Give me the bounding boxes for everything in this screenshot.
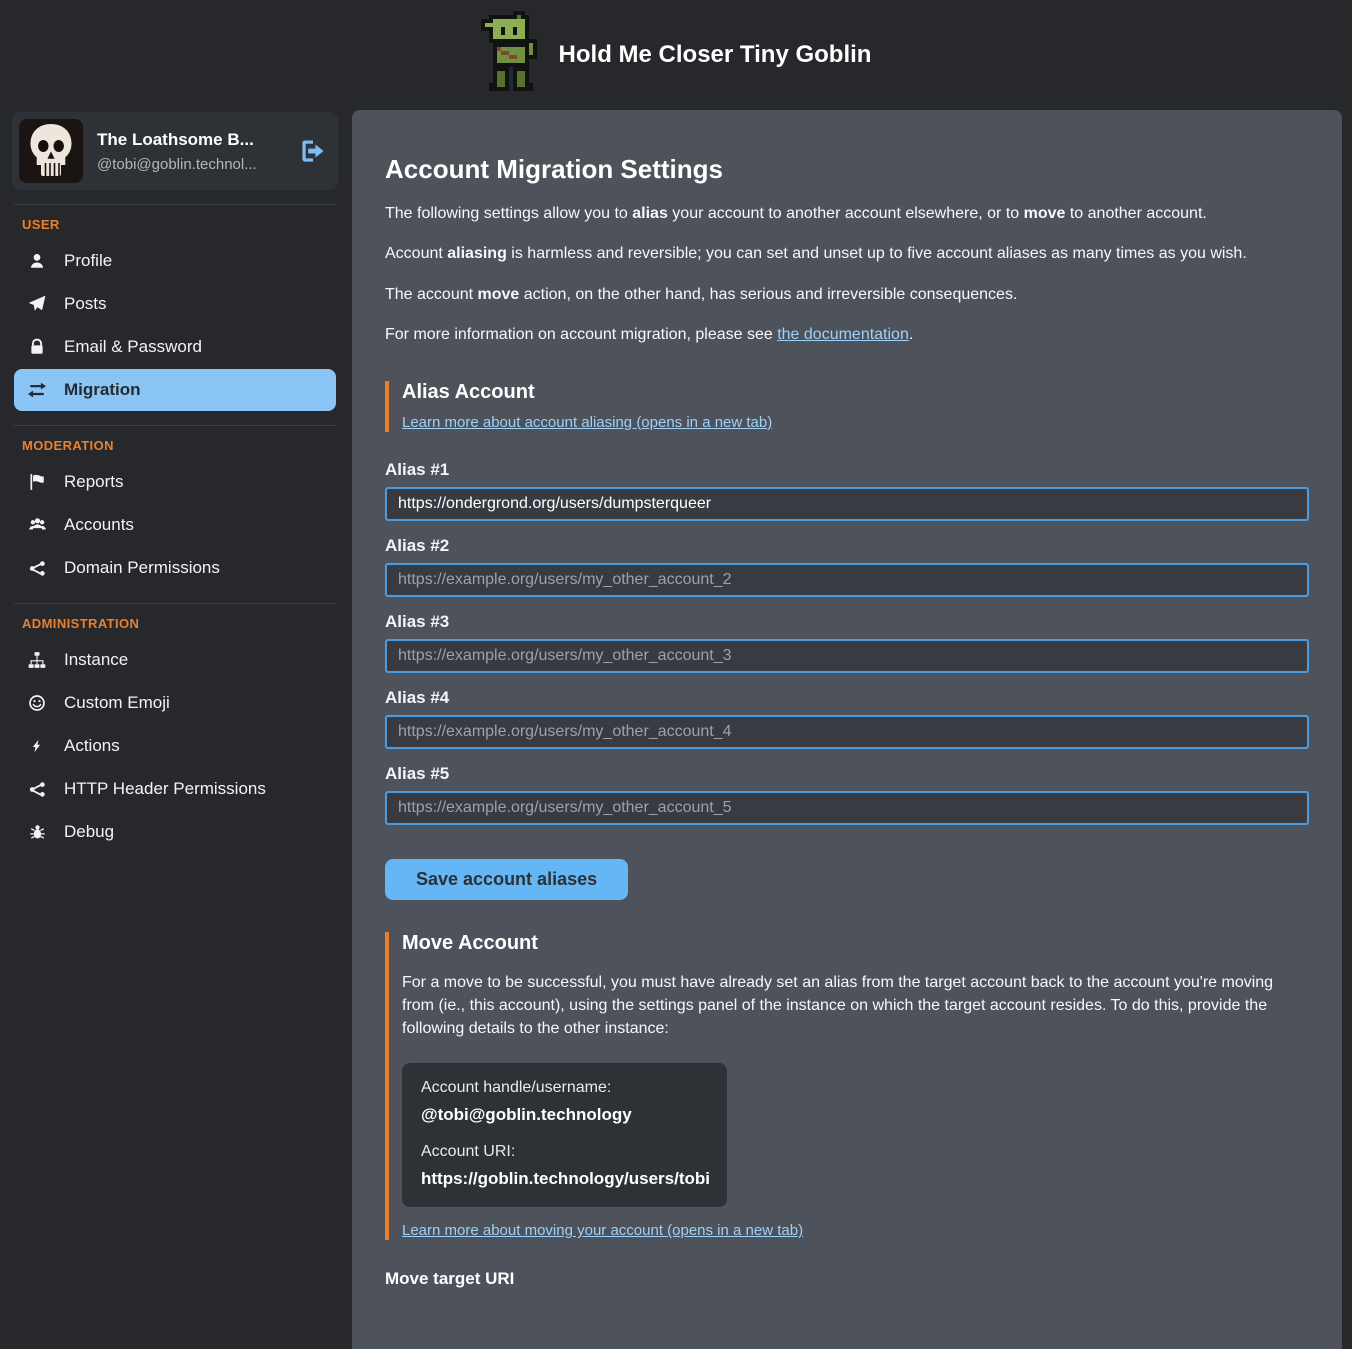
sidebar-item-reports[interactable]: Reports: [14, 461, 336, 503]
user-card[interactable]: The Loathsome B... @tobi@goblin.technol.…: [12, 112, 338, 190]
sidebar-item-actions[interactable]: Actions: [14, 725, 336, 767]
sidebar-section-moderation: MODERATION: [22, 438, 328, 453]
sidebar-item-label: Domain Permissions: [64, 558, 220, 578]
sidebar-item-label: Posts: [64, 294, 107, 314]
alias-2-input[interactable]: [385, 563, 1309, 597]
sidebar-item-custom-emoji[interactable]: Custom Emoji: [14, 682, 336, 724]
instance-title: Hold Me Closer Tiny Goblin: [559, 41, 872, 69]
user-icon: [27, 252, 47, 270]
alias-fields: Alias #1 Alias #2 Alias #3 Alias #4 Alia…: [385, 460, 1309, 825]
move-section-description: For a move to be successful, you must ha…: [402, 971, 1307, 1041]
move-target-uri-label: Move target URI: [385, 1269, 1309, 1289]
sidebar-divider: [14, 603, 336, 604]
alias-field-1: Alias #1: [385, 460, 1309, 521]
sidebar-item-label: Debug: [64, 822, 114, 842]
alias-field-4: Alias #4: [385, 688, 1309, 749]
sidebar-item-migration[interactable]: Migration: [14, 369, 336, 411]
alias-5-label: Alias #5: [385, 764, 1309, 784]
sign-out-icon[interactable]: [300, 138, 326, 164]
share-nodes-icon: [27, 780, 47, 798]
account-uri-value: https://goblin.technology/users/tobi: [421, 1169, 708, 1189]
smiley-icon: [27, 694, 47, 712]
account-handle-value: @tobi@goblin.technology: [421, 1105, 708, 1125]
alias-field-5: Alias #5: [385, 764, 1309, 825]
account-uri-label: Account URI:: [421, 1143, 708, 1161]
share-nodes-icon: [27, 559, 47, 577]
alias-2-label: Alias #2: [385, 536, 1309, 556]
alias-1-input[interactable]: [385, 487, 1309, 521]
intro-paragraph-1: The following settings allow you to alia…: [385, 203, 1309, 225]
bolt-icon: [27, 737, 47, 755]
alias-3-input[interactable]: [385, 639, 1309, 673]
intro-paragraph-2: Account aliasing is harmless and reversi…: [385, 243, 1309, 265]
goblin-pixel-logo: [481, 11, 537, 100]
sitemap-icon: [27, 651, 47, 669]
intro-paragraph-4: For more information on account migratio…: [385, 324, 1309, 346]
sidebar-item-label: Reports: [64, 472, 124, 492]
alias-4-label: Alias #4: [385, 688, 1309, 708]
alias-5-input[interactable]: [385, 791, 1309, 825]
flag-icon: [27, 473, 47, 491]
paper-plane-icon: [27, 295, 47, 313]
alias-field-3: Alias #3: [385, 612, 1309, 673]
move-section-heading: Move Account: [402, 932, 1309, 955]
exchange-icon: [27, 381, 47, 399]
lock-icon: [27, 338, 47, 356]
sidebar-item-accounts[interactable]: Accounts: [14, 504, 336, 546]
alias-3-label: Alias #3: [385, 612, 1309, 632]
user-display-name: The Loathsome B...: [97, 130, 254, 149]
sidebar-item-label: HTTP Header Permissions: [64, 779, 266, 799]
sidebar-item-posts[interactable]: Posts: [14, 283, 336, 325]
sidebar-item-label: Profile: [64, 251, 112, 271]
move-account-section: Move Account For a move to be successful…: [385, 932, 1309, 1241]
sidebar-item-http-header-permissions[interactable]: HTTP Header Permissions: [14, 768, 336, 810]
alias-account-section: Alias Account Learn more about account a…: [385, 381, 1309, 432]
settings-panel: Account Migration Settings The following…: [352, 110, 1342, 1349]
sidebar-item-label: Email & Password: [64, 337, 202, 357]
sidebar-divider: [14, 425, 336, 426]
account-details-box: Account handle/username: @tobi@goblin.te…: [402, 1063, 727, 1207]
sidebar-item-label: Custom Emoji: [64, 693, 170, 713]
page-title: Account Migration Settings: [385, 154, 1309, 185]
save-account-aliases-button[interactable]: Save account aliases: [385, 859, 628, 900]
account-handle-label: Account handle/username:: [421, 1079, 708, 1097]
app-header: Hold Me Closer Tiny Goblin: [0, 0, 1352, 110]
sidebar-item-label: Instance: [64, 650, 128, 670]
sidebar-item-label: Migration: [64, 380, 141, 400]
sidebar-item-instance[interactable]: Instance: [14, 639, 336, 681]
sidebar-section-user: USER: [22, 217, 328, 232]
bug-icon: [27, 823, 47, 841]
sidebar-item-label: Accounts: [64, 515, 134, 535]
alias-1-label: Alias #1: [385, 460, 1309, 480]
sidebar-item-email-password[interactable]: Email & Password: [14, 326, 336, 368]
alias-learn-more-link[interactable]: Learn more about account aliasing (opens…: [402, 414, 772, 431]
sidebar-item-label: Actions: [64, 736, 120, 756]
alias-4-input[interactable]: [385, 715, 1309, 749]
skull-avatar: [19, 119, 83, 183]
intro-paragraph-3: The account move action, on the other ha…: [385, 284, 1309, 306]
alias-field-2: Alias #2: [385, 536, 1309, 597]
sidebar: The Loathsome B... @tobi@goblin.technol.…: [0, 110, 352, 854]
sidebar-item-profile[interactable]: Profile: [14, 240, 336, 282]
sidebar-item-debug[interactable]: Debug: [14, 811, 336, 853]
user-handle: @tobi@goblin.technol...: [97, 156, 286, 173]
sidebar-item-domain-permissions[interactable]: Domain Permissions: [14, 547, 336, 589]
alias-section-heading: Alias Account: [402, 381, 1309, 404]
move-learn-more-link[interactable]: Learn more about moving your account (op…: [402, 1222, 803, 1239]
sidebar-divider: [14, 204, 336, 205]
sidebar-section-administration: ADMINISTRATION: [22, 616, 328, 631]
documentation-link[interactable]: the documentation: [777, 326, 909, 343]
users-icon: [27, 516, 47, 534]
